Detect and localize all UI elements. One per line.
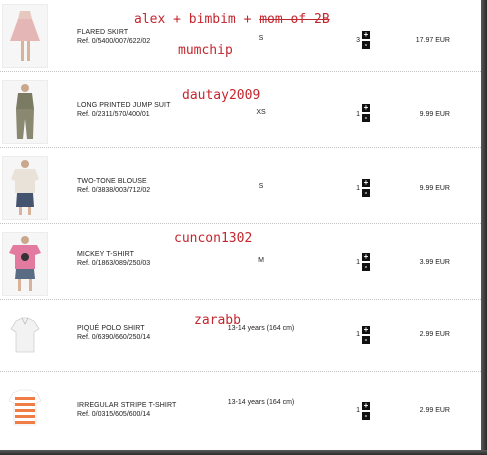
item-price: 9.99 EUR [419, 185, 450, 192]
item-size: M [258, 257, 264, 264]
stripe-tshirt-thumbnail[interactable] [2, 378, 48, 442]
increase-quantity-button[interactable]: + [362, 402, 370, 410]
decrease-quantity-button[interactable]: - [362, 412, 370, 420]
annotation-buyer: mumchip [178, 43, 233, 58]
increase-quantity-button[interactable]: + [362, 253, 370, 261]
order-row: PIQUÉ POLO SHIRT Ref. 0/6390/660/250/14 … [0, 300, 481, 372]
jump-suit-thumbnail[interactable] [2, 80, 48, 144]
item-price: 9.99 EUR [419, 111, 450, 118]
increase-quantity-button[interactable]: + [362, 179, 370, 187]
polo-shirt-thumbnail[interactable] [2, 304, 48, 368]
annotation-buyer: dautay2009 [182, 88, 261, 103]
item-name: FLARED SKIRT [77, 29, 129, 36]
annotation-buyer: cuncon1302 [174, 231, 253, 246]
flared-skirt-thumbnail[interactable] [2, 4, 48, 68]
decrease-quantity-button[interactable]: - [362, 336, 370, 344]
item-size: 13-14 years (164 cm) [227, 399, 295, 406]
row-divider [0, 71, 481, 72]
item-name: MICKEY T-SHIRT [77, 251, 135, 258]
item-name: LONG PRINTED JUMP SUIT [77, 102, 171, 109]
blouse-thumbnail[interactable] [2, 156, 48, 220]
item-name: TWO-TONE BLOUSE [77, 178, 147, 185]
item-ref: Ref. 0/0315/605/600/14 [77, 411, 151, 418]
row-divider [0, 147, 481, 148]
decrease-quantity-button[interactable]: - [362, 114, 370, 122]
item-ref: Ref. 0/2311/570/400/01 [77, 111, 150, 118]
order-row: FLARED SKIRT Ref. 0/5400/007/622/02 S 3 … [0, 0, 481, 72]
annotation-buyer: zarabb [194, 313, 241, 328]
item-quantity: 1 [356, 407, 360, 414]
decrease-quantity-button[interactable]: - [362, 189, 370, 197]
increase-quantity-button[interactable]: + [362, 326, 370, 334]
decrease-quantity-button[interactable]: - [362, 263, 370, 271]
item-quantity: 3 [356, 37, 360, 44]
item-ref: Ref. 0/3838/003/712/02 [77, 187, 151, 194]
increase-quantity-button[interactable]: + [362, 104, 370, 112]
item-size: S [258, 35, 264, 42]
item-quantity: 1 [356, 185, 360, 192]
item-quantity: 1 [356, 111, 360, 118]
item-quantity: 1 [356, 331, 360, 338]
annotation-buyers: alex + bimbim + mom of 2B [134, 12, 330, 27]
item-price: 2.99 EUR [419, 331, 450, 338]
row-divider [0, 223, 481, 224]
annotation-buyers-text: alex + bimbim + [134, 12, 260, 27]
mickey-tshirt-thumbnail[interactable] [2, 232, 48, 296]
row-divider [0, 371, 481, 372]
order-row: IRREGULAR STRIPE T-SHIRT Ref. 0/0315/605… [0, 374, 481, 446]
item-size: S [258, 183, 264, 190]
item-price: 2.99 EUR [419, 407, 450, 414]
order-summary-sheet: FLARED SKIRT Ref. 0/5400/007/622/02 S 3 … [0, 0, 481, 450]
item-ref: Ref. 0/6390/660/250/14 [77, 334, 151, 341]
item-size: XS [256, 109, 266, 116]
order-row: LONG PRINTED JUMP SUIT Ref. 0/2311/570/4… [0, 76, 481, 148]
increase-quantity-button[interactable]: + [362, 31, 370, 39]
page-shadow-right [481, 0, 487, 455]
annotation-struck-text: mom of 2B [259, 12, 330, 27]
page-shadow-bottom [0, 450, 487, 455]
item-name: IRREGULAR STRIPE T-SHIRT [77, 402, 177, 409]
item-name: PIQUÉ POLO SHIRT [77, 325, 145, 332]
item-quantity: 1 [356, 259, 360, 266]
item-ref: Ref. 0/1863/089/250/03 [77, 260, 151, 267]
decrease-quantity-button[interactable]: - [362, 41, 370, 49]
item-price: 17.97 EUR [415, 37, 450, 44]
item-ref: Ref. 0/5400/007/622/02 [77, 38, 151, 45]
item-price: 3.99 EUR [419, 259, 450, 266]
order-row: TWO-TONE BLOUSE Ref. 0/3838/003/712/02 S… [0, 152, 481, 224]
